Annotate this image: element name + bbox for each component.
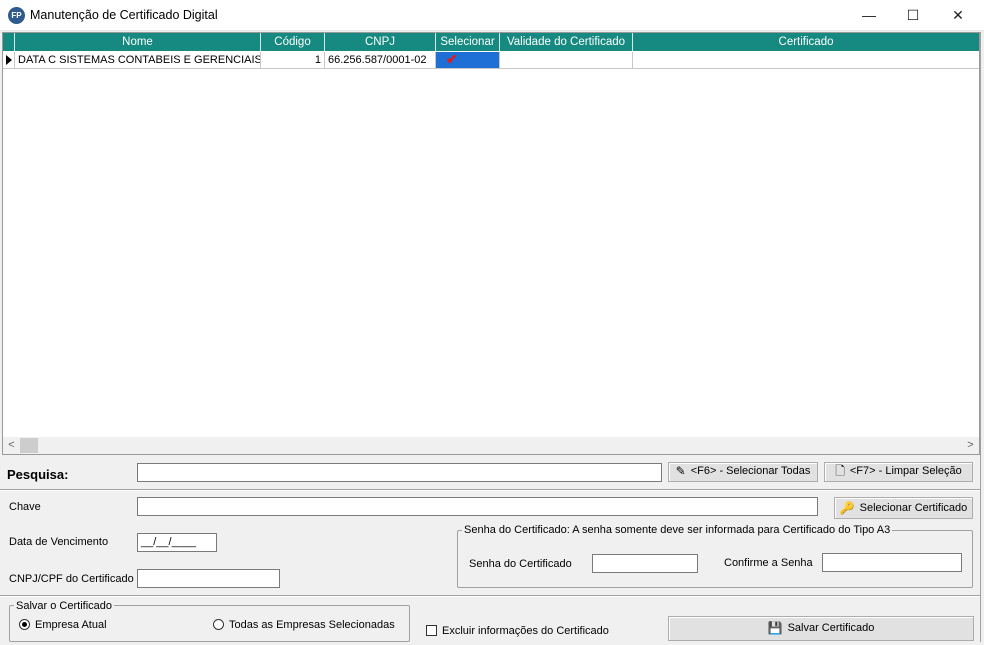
window-title: Manutenção de Certificado Digital: [30, 8, 218, 22]
horizontal-scrollbar[interactable]: < >: [3, 437, 979, 454]
cnpj-cert-input[interactable]: [137, 569, 280, 588]
radio-selected-icon: [19, 619, 30, 630]
select-certificate-button[interactable]: 🔑 Selecionar Certificado: [834, 497, 973, 519]
radio-unselected-icon: [213, 619, 224, 630]
cnpj-cert-label: CNPJ/CPF do Certificado: [9, 573, 134, 585]
scroll-thumb[interactable]: [20, 438, 38, 453]
search-input[interactable]: [137, 463, 662, 482]
save-certificate-label: Salvar Certificado: [787, 622, 875, 634]
delete-info-checkbox[interactable]: Excluir informações do Certificado: [426, 625, 609, 637]
cell-codigo[interactable]: 1: [261, 52, 325, 69]
column-header-cnpj[interactable]: CNPJ: [325, 33, 436, 51]
minimize-button[interactable]: —: [846, 0, 892, 31]
checkbox-icon: [426, 625, 437, 636]
delete-info-label: Excluir informações do Certificado: [442, 625, 609, 637]
radio-todas-empresas-label: Todas as Empresas Selecionadas: [229, 619, 395, 631]
column-header-certificado[interactable]: Certificado: [633, 33, 979, 51]
window-right-edge: [980, 32, 984, 642]
scroll-right-icon[interactable]: >: [962, 437, 979, 454]
clear-selection-label: <F7> - Limpar Seleção: [849, 465, 962, 477]
select-all-label: <F6> - Selecionar Todas: [690, 465, 811, 477]
select-all-button[interactable]: ✎ <F6> - Selecionar Todas: [668, 462, 818, 482]
page-icon: 🗋: [835, 464, 845, 478]
key-icon: 🔑: [839, 501, 855, 515]
cell-cnpj[interactable]: 66.256.587/0001-02: [325, 52, 436, 69]
search-label: Pesquisa:: [7, 467, 69, 482]
divider: [0, 595, 980, 597]
vencimento-label: Data de Vencimento: [9, 536, 109, 548]
scroll-left-icon[interactable]: <: [3, 437, 20, 454]
divider: [0, 489, 980, 491]
save-certificate-button[interactable]: 💾 Salvar Certificado: [668, 616, 974, 641]
radio-todas-empresas[interactable]: Todas as Empresas Selecionadas: [213, 619, 395, 631]
title-bar: FP Manutenção de Certificado Digital — ☐…: [0, 0, 984, 31]
checkmark-icon: ✔: [446, 52, 458, 67]
select-certificate-label: Selecionar Certificado: [859, 502, 968, 514]
companies-grid[interactable]: Nome Código CNPJ Selecionar Validade do …: [2, 32, 980, 455]
chave-label: Chave: [9, 501, 41, 513]
clear-selection-button[interactable]: 🗋 <F7> - Limpar Seleção: [824, 462, 973, 482]
current-row-indicator-icon: [3, 52, 15, 69]
column-header-selecionar[interactable]: Selecionar: [436, 33, 500, 51]
chave-input[interactable]: [137, 497, 818, 516]
column-header-codigo[interactable]: Código: [261, 33, 325, 51]
password-input[interactable]: [592, 554, 698, 573]
cell-certificado[interactable]: [633, 52, 979, 69]
cell-selecionar[interactable]: ✔: [436, 52, 500, 69]
radio-empresa-atual-label: Empresa Atual: [35, 619, 107, 631]
vencimento-input[interactable]: __/__/____: [137, 533, 217, 552]
grid-corner: [3, 33, 15, 51]
confirm-password-label: Confirme a Senha: [724, 557, 813, 569]
close-button[interactable]: ✕: [935, 0, 981, 31]
floppy-disk-icon: 💾: [767, 621, 783, 635]
cell-validade[interactable]: [500, 52, 633, 69]
confirm-password-input[interactable]: [822, 553, 962, 572]
cell-nome[interactable]: DATA C SISTEMAS CONTABEIS E GERENCIAIS: [15, 52, 261, 69]
column-header-nome[interactable]: Nome: [15, 33, 261, 51]
save-options-title: Salvar o Certificado: [14, 600, 114, 612]
password-group-title: Senha do Certificado: A senha somente de…: [462, 524, 893, 536]
radio-empresa-atual[interactable]: Empresa Atual: [19, 619, 107, 631]
maximize-button[interactable]: ☐: [890, 0, 936, 31]
column-header-validade[interactable]: Validade do Certificado: [500, 33, 633, 51]
select-all-icon: ✎: [675, 464, 686, 478]
app-icon: FP: [8, 7, 25, 24]
password-label: Senha do Certificado: [469, 558, 572, 570]
